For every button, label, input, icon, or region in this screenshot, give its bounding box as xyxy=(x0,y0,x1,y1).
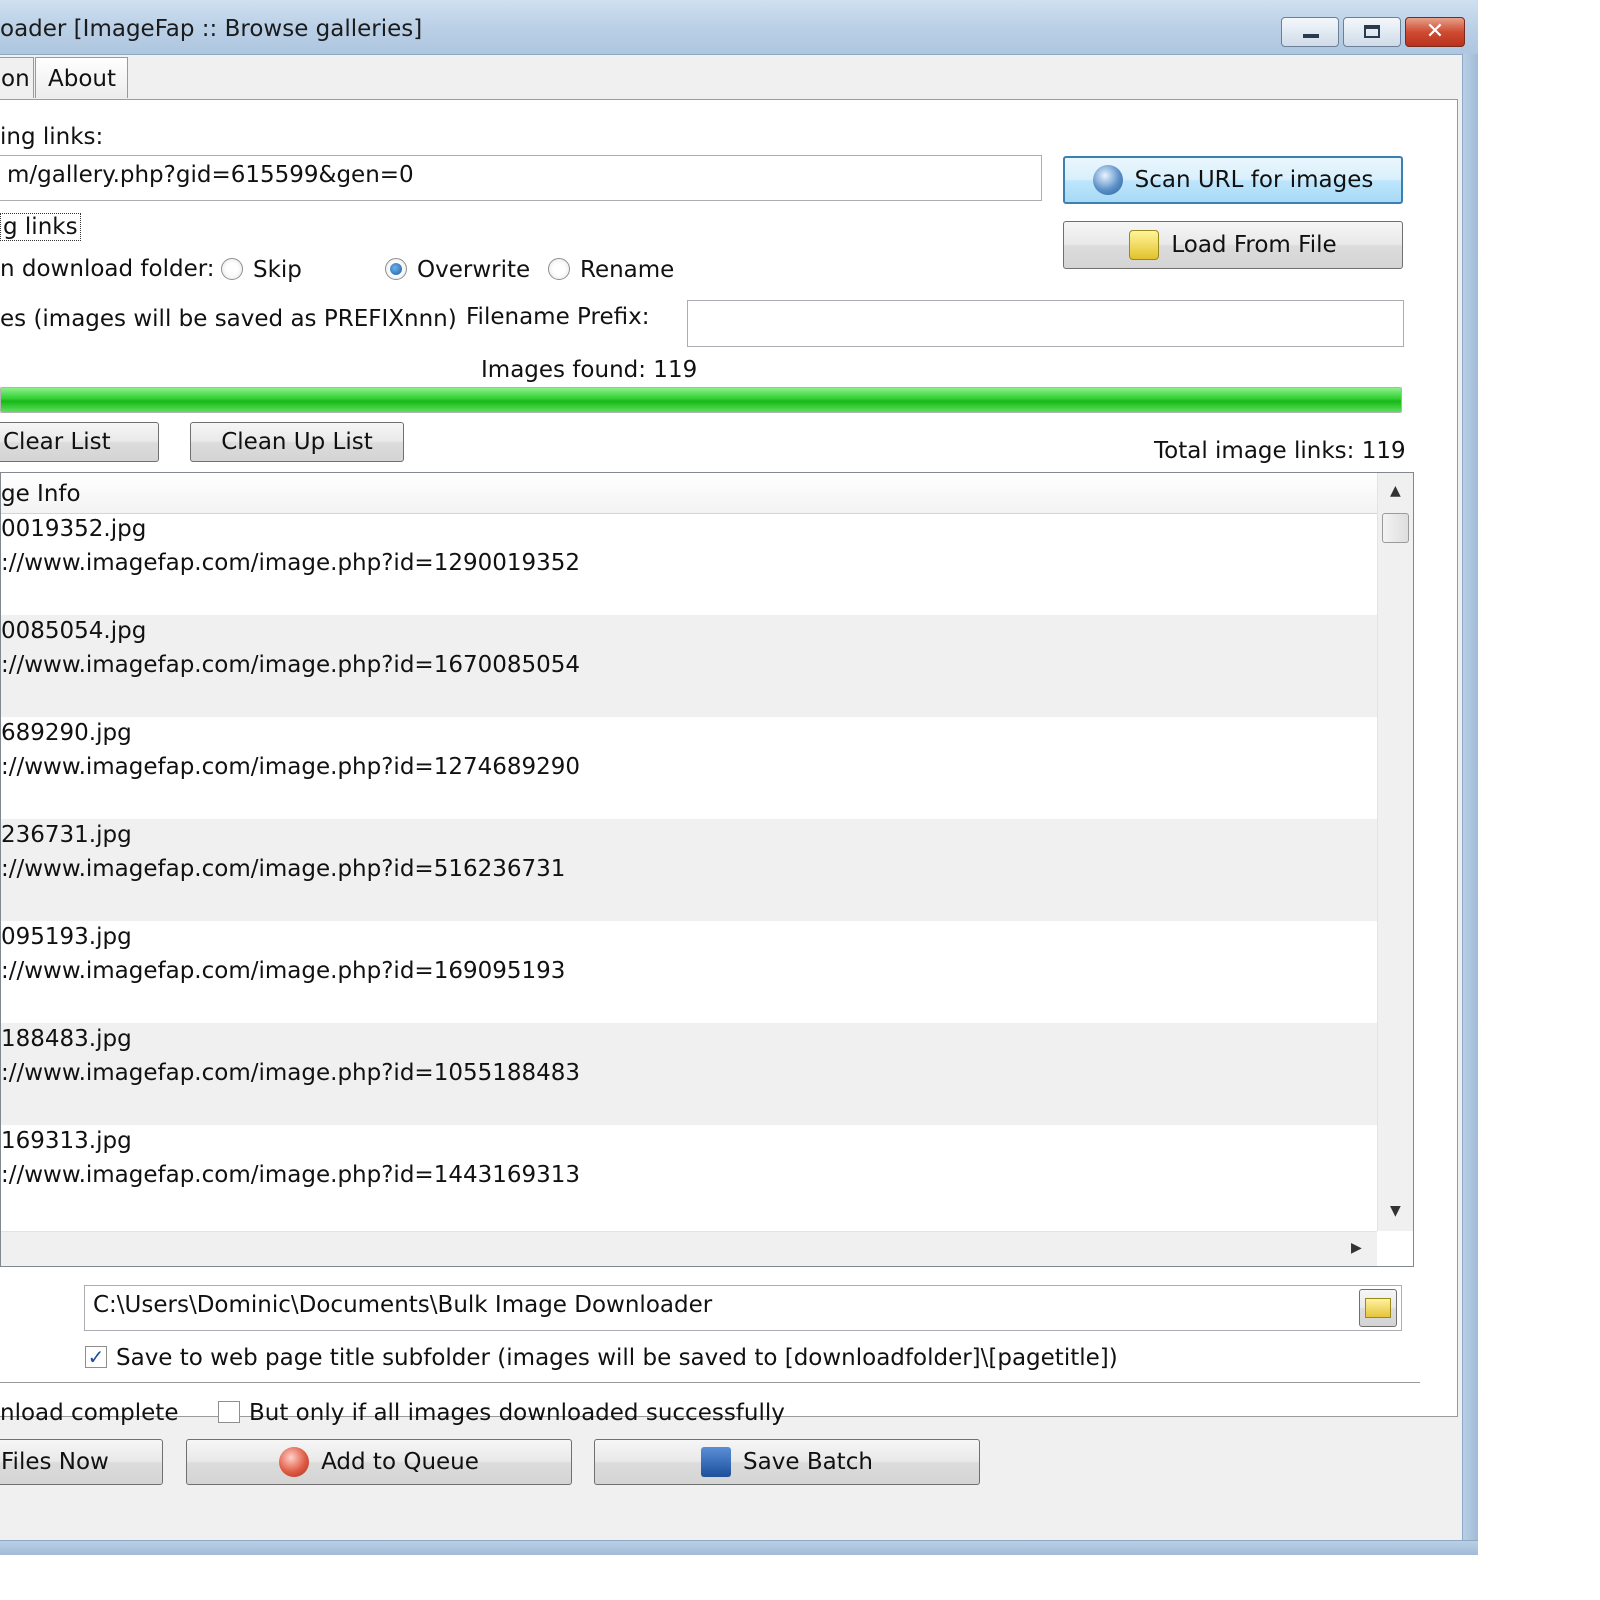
clear-list-button[interactable]: Clear List xyxy=(0,422,159,462)
folder-icon xyxy=(1129,230,1160,260)
image-filename: 0085054.jpg xyxy=(1,618,147,644)
add-to-queue-button[interactable]: Add to Queue xyxy=(186,1439,572,1485)
horizontal-scrollbar[interactable]: ▶ xyxy=(1,1231,1377,1266)
floppy-disk-icon xyxy=(701,1447,732,1477)
browse-folder-button[interactable] xyxy=(1359,1289,1397,1327)
image-url: ://www.imagefap.com/image.php?id=1443169… xyxy=(1,1162,581,1188)
existing-files-label: n download folder: xyxy=(0,256,215,282)
overwrite-radio[interactable] xyxy=(385,258,407,280)
globe-icon xyxy=(1092,165,1123,195)
load-from-file-label: Load From File xyxy=(1171,232,1337,258)
url-value: m/gallery.php?gid=615599&gen=0 xyxy=(7,162,414,188)
image-url: ://www.imagefap.com/image.php?id=1274689… xyxy=(1,754,581,780)
image-url: ://www.imagefap.com/image.php?id=1290019… xyxy=(1,550,581,576)
skip-radio[interactable] xyxy=(221,258,243,280)
prefix-input[interactable] xyxy=(687,300,1404,347)
download-folder-value: C:\Users\Dominic\Documents\Bulk Image Do… xyxy=(93,1292,713,1318)
links-checkbox-label[interactable]: g links xyxy=(0,213,81,241)
subfolder-checkbox[interactable]: ✓ xyxy=(85,1346,107,1368)
image-link-list[interactable]: ge Info 0019352.jpg ://www.imagefap.com/i… xyxy=(0,472,1414,1267)
image-filename: 095193.jpg xyxy=(1,924,132,950)
checkmark-icon: ✓ xyxy=(87,1345,105,1369)
skip-label: Skip xyxy=(253,257,302,283)
list-item[interactable]: 689290.jpg ://www.imagefap.com/image.php?… xyxy=(1,717,1377,819)
clear-list-label: Clear List xyxy=(3,429,111,455)
list-item[interactable]: 169313.jpg ://www.imagefap.com/image.php?… xyxy=(1,1125,1377,1227)
only-success-checkbox[interactable] xyxy=(218,1401,240,1423)
scroll-thumb[interactable] xyxy=(1382,513,1409,543)
save-batch-button[interactable]: Save Batch xyxy=(594,1439,980,1485)
only-success-label: But only if all images downloaded succes… xyxy=(249,1400,785,1426)
list-rows: 0019352.jpg ://www.imagefap.com/image.php… xyxy=(1,513,1377,1231)
window-title: oader [ImageFap :: Browse galleries] xyxy=(0,16,423,42)
tab-about[interactable]: About xyxy=(35,57,128,98)
vertical-scrollbar[interactable]: ▲ ▼ xyxy=(1377,473,1413,1231)
image-url: ://www.imagefap.com/image.php?id=1690951… xyxy=(1,958,566,984)
tab-label: About xyxy=(48,66,117,92)
image-filename: 236731.jpg xyxy=(1,822,132,848)
maximize-icon xyxy=(1364,25,1380,38)
links-label: ing links: xyxy=(0,124,104,150)
image-filename: 0019352.jpg xyxy=(1,516,147,542)
total-links-status: Total image links: 119 xyxy=(1154,438,1406,464)
image-filename: 689290.jpg xyxy=(1,720,132,746)
scan-progress-bar xyxy=(0,387,1402,413)
minimize-button[interactable] xyxy=(1281,17,1339,47)
panel-separator xyxy=(0,1382,1420,1383)
save-batch-label: Save Batch xyxy=(743,1449,873,1475)
files-now-label: Files Now xyxy=(1,1449,109,1475)
image-url: ://www.imagefap.com/image.php?id=1055188… xyxy=(1,1060,581,1086)
scan-url-button[interactable]: Scan URL for images xyxy=(1063,156,1403,204)
list-column-header[interactable]: ge Info xyxy=(1,473,1377,514)
progress-fill xyxy=(1,388,1401,412)
scan-url-label: Scan URL for images xyxy=(1134,167,1374,193)
subfolder-label: Save to web page title subfolder (images… xyxy=(116,1345,1118,1371)
prefix-label: Filename Prefix: xyxy=(466,304,650,330)
scroll-down-icon[interactable]: ▼ xyxy=(1390,1203,1401,1219)
tab-label: on xyxy=(1,66,30,92)
image-filename: 169313.jpg xyxy=(1,1128,132,1154)
app-window: oader [ImageFap :: Browse galleries] ✕ o… xyxy=(0,0,1478,1555)
clean-up-list-button[interactable]: Clean Up List xyxy=(190,422,404,462)
list-item[interactable]: 236731.jpg ://www.imagefap.com/image.php?… xyxy=(1,819,1377,921)
image-filename: 188483.jpg xyxy=(1,1026,132,1052)
url-input[interactable]: m/gallery.php?gid=615599&gen=0 xyxy=(0,155,1042,201)
list-item[interactable]: 0019352.jpg ://www.imagefap.com/image.php… xyxy=(1,513,1377,615)
list-item[interactable]: 0085054.jpg ://www.imagefap.com/image.php… xyxy=(1,615,1377,717)
image-url: ://www.imagefap.com/image.php?id=1670085… xyxy=(1,652,581,678)
images-found-status: Images found: 119 xyxy=(481,357,698,383)
overwrite-label: Overwrite xyxy=(417,257,531,283)
maximize-button[interactable] xyxy=(1343,17,1401,47)
close-button[interactable]: ✕ xyxy=(1405,17,1465,47)
download-files-now-button[interactable]: Files Now xyxy=(0,1439,163,1485)
list-item[interactable]: 188483.jpg ://www.imagefap.com/image.php?… xyxy=(1,1023,1377,1125)
load-from-file-button[interactable]: Load From File xyxy=(1063,221,1403,269)
window-frame-bottom xyxy=(0,1540,1478,1555)
download-complete-label: nload complete xyxy=(0,1400,179,1426)
add-to-queue-label: Add to Queue xyxy=(321,1449,479,1475)
clean-up-list-label: Clean Up List xyxy=(221,429,373,455)
tab-options[interactable]: on xyxy=(0,57,34,98)
minimize-icon xyxy=(1303,34,1319,38)
rename-radio[interactable] xyxy=(548,258,570,280)
title-bar[interactable]: oader [ImageFap :: Browse galleries] ✕ xyxy=(0,0,1478,55)
scroll-right-icon[interactable]: ▶ xyxy=(1351,1240,1362,1256)
image-url: ://www.imagefap.com/image.php?id=5162367… xyxy=(1,856,566,882)
window-frame-right xyxy=(1462,54,1478,1555)
close-icon: ✕ xyxy=(1425,19,1445,44)
queue-icon xyxy=(279,1447,310,1477)
download-folder-input[interactable]: C:\Users\Dominic\Documents\Bulk Image Do… xyxy=(84,1285,1402,1331)
prefix-description: es (images will be saved as PREFIXnnn) xyxy=(0,306,457,332)
open-folder-icon xyxy=(1365,1298,1391,1318)
rename-label: Rename xyxy=(580,257,675,283)
column-header-label: ge Info xyxy=(1,481,81,507)
scroll-up-icon[interactable]: ▲ xyxy=(1390,483,1401,499)
list-item[interactable]: 095193.jpg ://www.imagefap.com/image.php?… xyxy=(1,921,1377,1023)
